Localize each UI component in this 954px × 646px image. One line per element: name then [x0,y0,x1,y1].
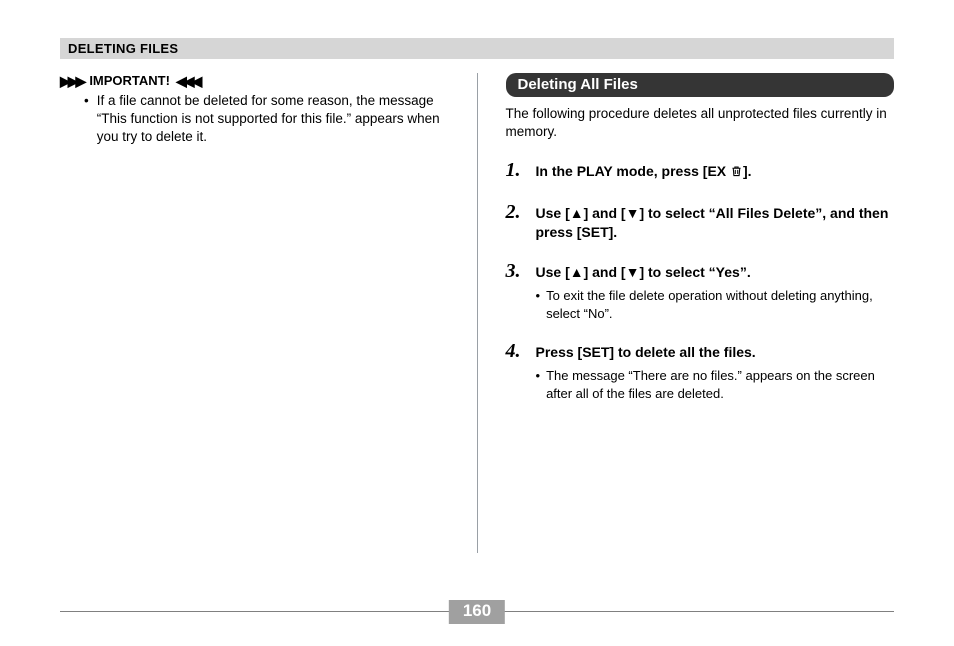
step-text: Use [▲] and [▼] to select “All Files Del… [536,204,895,242]
step-text-part-b: ]. [743,163,752,179]
step-2: 2. Use [▲] and [▼] to select “All Files … [506,201,895,242]
page-number-box: 160 [449,600,505,624]
important-bullet-text: If a file cannot be deleted for some rea… [97,92,449,147]
left-column: ▶▶▶ IMPORTANT! ◀◀◀ • If a file cannot be… [60,73,477,553]
bullet-dot: • [536,287,541,322]
caret-right-icon: ▶▶▶ [60,74,83,88]
section-header-text: DELETING FILES [68,41,178,56]
step-number: 4. [506,340,528,363]
right-column: Deleting All Files The following procedu… [478,73,895,553]
subsection-pill: Deleting All Files [506,73,895,97]
important-bullet: • If a file cannot be deleted for some r… [60,92,449,147]
step-3-sub: • To exit the file delete operation with… [506,287,895,322]
step-4: 4. Press [SET] to delete all the files. … [506,340,895,402]
step-text: Use [▲] and [▼] to select “Yes”. [536,263,751,282]
step-4-sub-text: The message “There are no files.” appear… [546,367,894,402]
footer: 160 [60,611,894,612]
step-3: 3. Use [▲] and [▼] to select “Yes”. • To… [506,260,895,322]
step-number: 1. [506,159,528,182]
step-number: 2. [506,201,528,224]
bullet-dot: • [84,92,89,147]
step-number: 3. [506,260,528,283]
section-header: DELETING FILES [60,38,894,59]
step-3-sub-text: To exit the file delete operation withou… [546,287,894,322]
caret-left-icon: ◀◀◀ [176,74,199,88]
page-container: DELETING FILES ▶▶▶ IMPORTANT! ◀◀◀ • If a… [0,0,954,646]
step-4-sub: • The message “There are no files.” appe… [506,367,895,402]
subsection-title: Deleting All Files [518,76,638,93]
trash-icon [730,164,743,183]
columns: ▶▶▶ IMPORTANT! ◀◀◀ • If a file cannot be… [60,73,894,553]
intro-text: The following procedure deletes all unpr… [506,105,895,141]
important-heading: ▶▶▶ IMPORTANT! ◀◀◀ [60,73,449,88]
important-label: IMPORTANT! [89,73,170,88]
step-text: Press [SET] to delete all the files. [536,343,756,362]
page-number: 160 [463,601,491,620]
step-text: In the PLAY mode, press [EX ]. [536,162,752,183]
bullet-dot: • [536,367,541,402]
step-1: 1. In the PLAY mode, press [EX ]. [506,159,895,183]
step-text-part-a: In the PLAY mode, press [EX [536,163,731,179]
